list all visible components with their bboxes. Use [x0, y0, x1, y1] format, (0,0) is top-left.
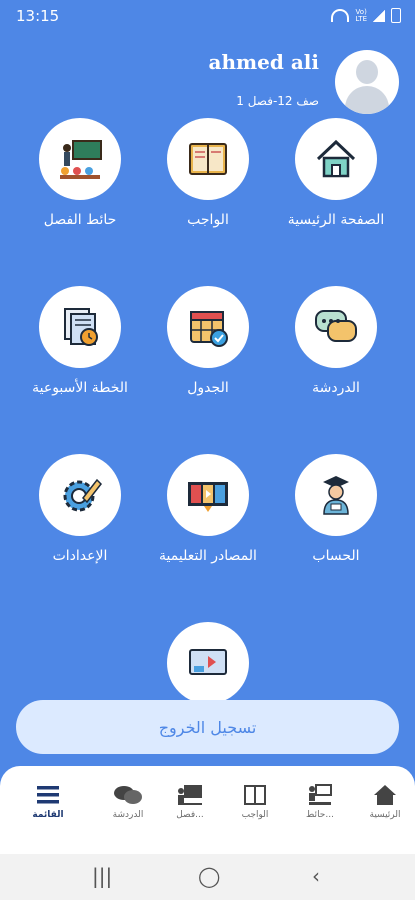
- tile-schedule-label: الجدول: [187, 380, 229, 396]
- logout-button[interactable]: تسجيل الخروج: [16, 700, 399, 754]
- classroom-icon: [60, 140, 102, 179]
- home-icon: [374, 785, 396, 805]
- tile-class-wall[interactable]: حائط الفصل: [15, 118, 145, 228]
- tile-home[interactable]: الصفحة الرئيسية: [271, 118, 401, 228]
- tile-resources-label: المصادر التعليمية: [159, 548, 257, 564]
- tile-settings[interactable]: الإعدادات: [15, 454, 145, 564]
- tile-settings-label: الإعدادات: [52, 548, 108, 564]
- class-wall-tile-circle: [39, 118, 121, 200]
- notebook-icon: [189, 143, 227, 175]
- nav-class-wall-label: حائط...: [306, 810, 334, 820]
- settings-tile-circle: [39, 454, 121, 536]
- lte-icon: Vo) LTE: [355, 7, 367, 23]
- homework-tile-circle: [167, 118, 249, 200]
- resources-tile-circle: [167, 454, 249, 536]
- media-resources-icon: [188, 482, 228, 512]
- wifi-icon: [331, 9, 350, 22]
- tile-account[interactable]: الحساب: [271, 454, 401, 564]
- user-name: ahmed ali: [208, 50, 320, 74]
- status-bar: 13:15 Vo) LTE: [0, 0, 415, 32]
- nav-home[interactable]: الرئيسية: [350, 780, 415, 820]
- tile-account-label: الحساب: [312, 548, 360, 564]
- bottom-nav: الرئيسية حائط... الواجب فصل... الدردشة ا…: [0, 766, 415, 854]
- status-time: 13:15: [16, 7, 60, 25]
- tile-schedule[interactable]: الجدول: [143, 286, 273, 396]
- signal-icon: [373, 9, 385, 22]
- avatar-head: [356, 60, 378, 84]
- classroom-icon: [309, 784, 332, 805]
- home-icon: [316, 139, 356, 178]
- tile-weekly-plan-label: الخطة الأسبوعية: [32, 380, 128, 396]
- tile-home-label: الصفحة الرئيسية: [287, 212, 385, 228]
- calendar-icon: [190, 311, 228, 347]
- status-icons: Vo) LTE: [331, 8, 401, 23]
- tile-chat[interactable]: الدردشة: [271, 286, 401, 396]
- nav-home-label: الرئيسية: [369, 810, 401, 820]
- battery-icon: [391, 8, 401, 23]
- nav-chat-label: الدردشة: [112, 810, 144, 820]
- nav-chat[interactable]: الدردشة: [93, 780, 163, 820]
- recent-apps-icon[interactable]: |||: [92, 864, 112, 888]
- nav-homework-label: الواجب: [241, 810, 269, 820]
- tile-weekly-plan[interactable]: الخطة الأسبوعية: [15, 286, 145, 396]
- document-clock-icon: [64, 308, 98, 346]
- system-nav-bar: ||| ◯ ‹: [0, 854, 415, 900]
- tile-homework-label: الواجب: [187, 212, 229, 228]
- nav-menu-label: القائمة: [32, 810, 64, 820]
- user-class: صف 12-فصل 1: [236, 94, 319, 108]
- tile-homework[interactable]: الواجب: [143, 118, 273, 228]
- nav-homework[interactable]: الواجب: [220, 780, 290, 820]
- avatar-body: [345, 86, 389, 114]
- gear-pencil-icon: [63, 478, 102, 512]
- back-icon[interactable]: ‹: [312, 864, 320, 888]
- chat-tile-circle: [295, 286, 377, 368]
- tile-chat-label: الدردشة: [312, 380, 360, 396]
- tile-video[interactable]: [143, 622, 273, 704]
- avatar[interactable]: [335, 50, 399, 114]
- weekly-plan-tile-circle: [39, 286, 121, 368]
- tile-resources[interactable]: المصادر التعليمية: [143, 454, 273, 564]
- book-icon: [244, 785, 266, 805]
- graduate-icon: [323, 476, 349, 515]
- chat-icon: [114, 786, 142, 804]
- account-tile-circle: [295, 454, 377, 536]
- schedule-tile-circle: [167, 286, 249, 368]
- nav-class-wall[interactable]: حائط...: [285, 780, 355, 820]
- home-circle-icon[interactable]: ◯: [198, 864, 220, 888]
- video-tile-circle: [167, 622, 249, 704]
- nav-class-label: فصل...: [176, 810, 204, 820]
- tile-class-wall-label: حائط الفصل: [43, 212, 117, 228]
- menu-icon: [37, 786, 59, 804]
- chat-bubbles-icon: [315, 310, 357, 342]
- teacher-board-icon: [178, 785, 202, 805]
- home-tile-circle: [295, 118, 377, 200]
- video-lesson-icon: [189, 649, 227, 675]
- nav-class[interactable]: فصل...: [155, 780, 225, 820]
- nav-menu[interactable]: القائمة: [13, 780, 83, 820]
